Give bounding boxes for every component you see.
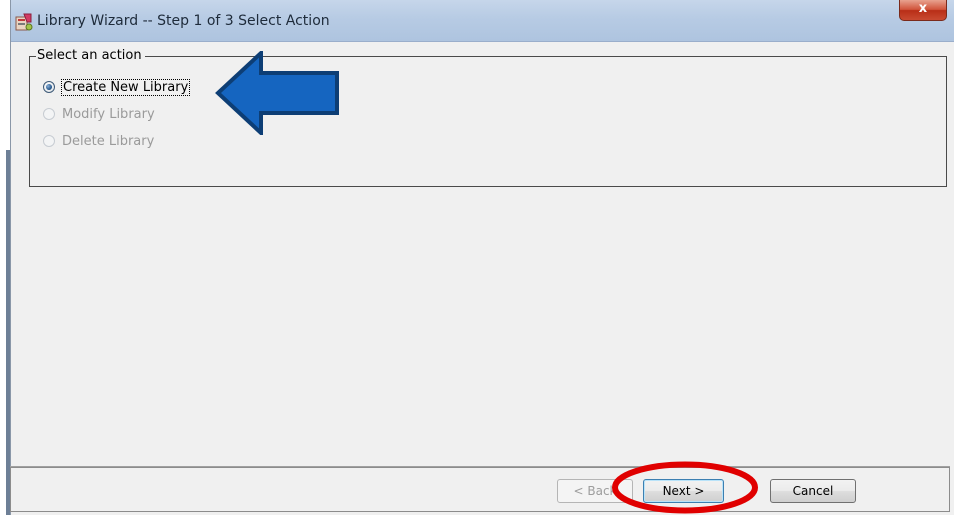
option-delete-library[interactable]: Delete Library (43, 131, 154, 151)
option-label[interactable]: Modify Library (62, 107, 155, 122)
close-button[interactable]: x (899, 0, 947, 21)
option-create-new-library[interactable]: Create New Library (43, 77, 191, 97)
annotation-ellipse-icon (612, 461, 758, 514)
annotation-arrow-icon (215, 51, 339, 135)
radio-delete-library[interactable] (43, 135, 55, 147)
radio-create-new-library[interactable] (43, 81, 55, 93)
window-title: Library Wizard -- Step 1 of 3 Select Act… (37, 13, 330, 29)
cancel-button[interactable]: Cancel (770, 479, 856, 503)
option-label[interactable]: Create New Library (60, 78, 191, 96)
group-legend: Select an action (36, 48, 145, 63)
background-edge (0, 0, 10, 515)
select-action-group (29, 56, 947, 187)
radio-modify-library[interactable] (43, 108, 55, 120)
app-icon (15, 13, 33, 31)
option-modify-library[interactable]: Modify Library (43, 104, 155, 124)
title-bar[interactable]: Library Wizard -- Step 1 of 3 Select Act… (11, 0, 954, 42)
close-icon: x (918, 1, 928, 16)
option-label[interactable]: Delete Library (62, 134, 154, 149)
